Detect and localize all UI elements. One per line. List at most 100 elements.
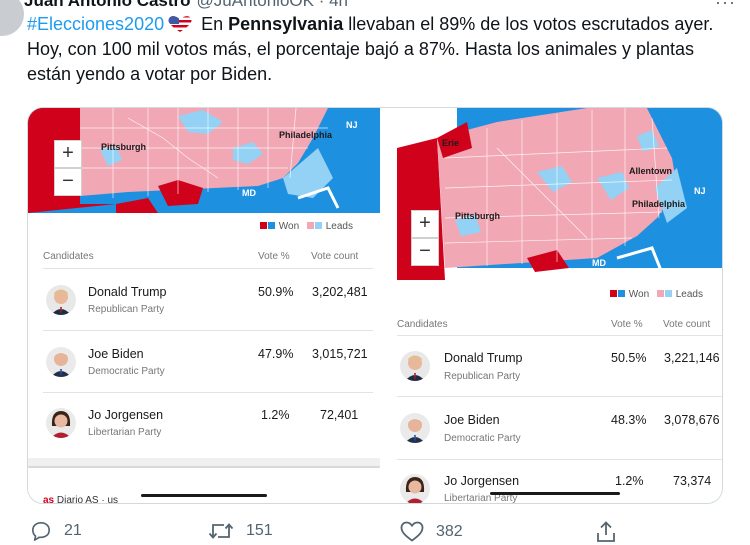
heart-icon	[400, 521, 424, 542]
avatar[interactable]	[0, 0, 24, 36]
lead-blue-swatch	[314, 222, 322, 229]
header-vote-count: Vote count	[311, 251, 359, 262]
candidate-party: Libertarian Party	[88, 427, 162, 438]
header-candidates: Candidates	[397, 319, 448, 330]
divider	[43, 392, 373, 393]
vote-pct: 50.9%	[258, 285, 294, 299]
zoom-in-button[interactable]: +	[54, 140, 82, 168]
jorgensen-photo	[400, 474, 430, 503]
legend-leads-label: Leads	[325, 221, 353, 232]
tweet-text-part: En	[196, 14, 229, 34]
legend-leads-label: Leads	[675, 289, 703, 300]
map-label-md: MD	[242, 188, 256, 198]
share-icon	[597, 521, 615, 542]
map-label-md: MD	[592, 258, 606, 268]
header-vote-pct: Vote %	[611, 319, 643, 330]
candidate-name: Joe Biden	[444, 413, 500, 427]
candidate-party: Democratic Party	[444, 433, 521, 444]
media-image-left[interactable]: Pittsburgh Philadelphia NJ MD + − Won Le…	[28, 108, 380, 503]
trump-photo	[46, 285, 76, 315]
map-label-erie: Erie	[442, 138, 460, 148]
section-separator	[28, 458, 380, 466]
trump-photo	[400, 351, 430, 381]
divider	[43, 268, 373, 269]
biden-photo	[46, 347, 76, 377]
tweet-media[interactable]: Pittsburgh Philadelphia NJ MD + − Won Le…	[27, 107, 723, 504]
won-red-swatch	[260, 222, 267, 229]
vote-count: 3,078,676	[664, 413, 720, 427]
source-brand: as	[43, 495, 55, 503]
zoom-in-button[interactable]: +	[411, 210, 439, 238]
header-candidates: Candidates	[43, 251, 94, 262]
divider	[397, 396, 722, 397]
candidate-party: Democratic Party	[88, 366, 165, 377]
media-gap	[380, 108, 397, 503]
divider	[397, 459, 722, 460]
reply-count: 21	[64, 522, 82, 539]
divider	[43, 330, 373, 331]
author-name[interactable]: Juan Antonio Castro	[24, 0, 191, 10]
scroll-track	[28, 466, 380, 468]
vote-count: 3,221,146	[664, 351, 720, 365]
won-blue-swatch	[268, 222, 275, 229]
vote-pct: 1.2%	[615, 474, 644, 488]
source-label: as Diario AS · us	[43, 495, 118, 503]
home-indicator-bar	[141, 494, 267, 497]
hashtag-link[interactable]: #Elecciones2020	[27, 14, 164, 34]
map-label-nj: NJ	[346, 120, 358, 130]
legend-won-label: Won	[278, 221, 300, 232]
tweet-header: Juan Antonio Castro @JuAntonioOK · 4h	[24, 0, 348, 11]
author-handle[interactable]: @JuAntonioOK · 4h	[197, 0, 348, 10]
zoom-out-button[interactable]: −	[411, 238, 439, 266]
candidate-name: Jo Jorgensen	[88, 408, 164, 422]
home-indicator-bar	[490, 492, 620, 495]
retweet-button[interactable]: 151	[208, 521, 273, 541]
map-label-nj: NJ	[694, 186, 706, 196]
map-label-allentown: Allentown	[629, 166, 672, 176]
map-label-philadelphia: Philadelphia	[279, 130, 333, 140]
header-vote-pct: Vote %	[258, 251, 290, 262]
lead-red-swatch	[656, 290, 664, 297]
jorgensen-photo	[46, 408, 76, 438]
retweet-icon	[208, 523, 234, 539]
like-count: 382	[436, 522, 463, 540]
candidate-name: Donald Trump	[88, 285, 167, 299]
candidate-name: Jo Jorgensen	[444, 474, 520, 488]
tweet-text: #Elecciones2020 En Pennsylvania llevaban…	[27, 12, 737, 87]
like-button[interactable]: 382	[400, 521, 463, 542]
won-blue-swatch	[618, 290, 625, 297]
map-label-pittsburgh: Pittsburgh	[101, 142, 146, 152]
reply-icon	[32, 522, 50, 541]
share-button[interactable]	[596, 521, 628, 543]
lead-blue-swatch	[664, 290, 672, 297]
header-vote-count: Vote count	[663, 319, 711, 330]
vote-count: 73,374	[673, 474, 712, 488]
media-image-right[interactable]: Erie Pittsburgh Allentown Philadelphia N…	[397, 108, 722, 503]
tweet-text-bold: Pennsylvania	[228, 14, 344, 34]
candidate-name: Joe Biden	[88, 347, 144, 361]
vote-pct: 50.5%	[611, 351, 647, 365]
vote-pct: 47.9%	[258, 347, 294, 361]
map-label-pittsburgh: Pittsburgh	[455, 211, 500, 221]
biden-photo	[400, 413, 430, 443]
candidate-party: Republican Party	[88, 304, 165, 315]
us-flag-heart-icon	[168, 16, 192, 32]
lead-red-swatch	[306, 222, 314, 229]
vote-count: 72,401	[320, 408, 359, 422]
map-legend: Won Leads	[610, 289, 703, 300]
vote-count: 3,015,721	[312, 347, 368, 361]
map-legend: Won Leads	[260, 221, 353, 232]
pennsylvania-map-right	[397, 108, 722, 280]
vote-count: 3,202,481	[312, 285, 368, 299]
divider	[397, 335, 722, 336]
retweet-count: 151	[246, 522, 273, 539]
map-label-philadelphia: Philadelphia	[632, 199, 686, 209]
candidate-name: Donald Trump	[444, 351, 523, 365]
source-text: Diario AS · us	[56, 495, 119, 503]
legend-won-label: Won	[628, 289, 650, 300]
zoom-out-button[interactable]: −	[54, 168, 82, 196]
reply-button[interactable]: 21	[30, 521, 82, 541]
vote-pct: 1.2%	[261, 408, 290, 422]
vote-pct: 48.3%	[611, 413, 647, 427]
won-red-swatch	[610, 290, 617, 297]
